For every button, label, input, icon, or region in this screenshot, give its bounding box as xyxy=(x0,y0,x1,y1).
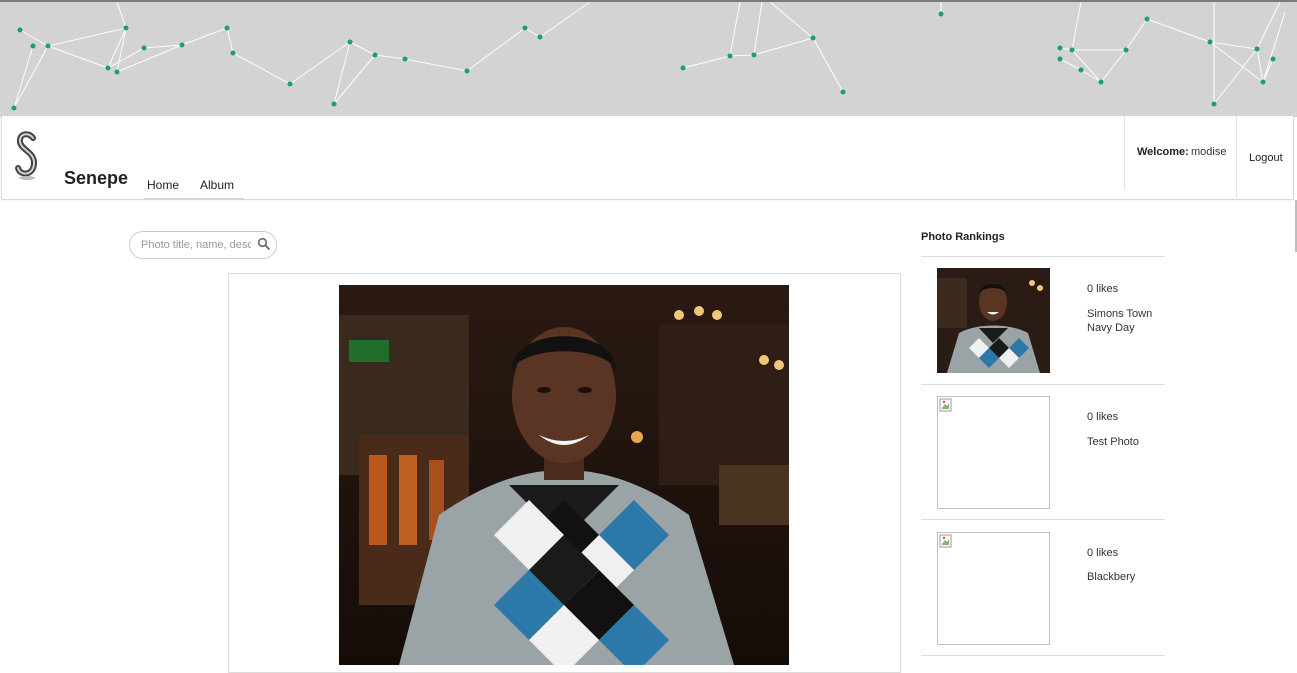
main-photo-card xyxy=(228,273,901,673)
nav-home[interactable]: Home xyxy=(147,178,179,192)
username: modise xyxy=(1191,146,1227,158)
network-banner xyxy=(0,2,1297,117)
ranking-likes: 0 likes xyxy=(1087,547,1119,559)
welcome-label: Welcome: xyxy=(1137,146,1189,158)
main-photo[interactable] xyxy=(339,285,789,665)
network-pattern xyxy=(11,2,1286,111)
rankings-divider xyxy=(921,256,1165,257)
search-input[interactable] xyxy=(141,238,251,252)
ranking-item[interactable]: 0 likes Simons Town Navy Day xyxy=(921,268,1165,396)
ranking-photo-title[interactable]: Blackbery xyxy=(1087,570,1167,584)
ranking-thumbnail-broken[interactable] xyxy=(937,396,1050,509)
ranking-item[interactable]: 0 likes Test Photo xyxy=(921,396,1165,524)
broken-image-icon xyxy=(939,398,953,412)
rankings-title: Photo Rankings xyxy=(921,231,1005,243)
nav-album[interactable]: Album xyxy=(200,178,234,192)
broken-image-icon xyxy=(939,534,953,548)
ranking-likes: 0 likes xyxy=(1087,283,1119,295)
portrait-image xyxy=(339,285,789,665)
ranking-divider xyxy=(921,384,1165,385)
ranking-divider xyxy=(921,519,1165,520)
ranking-thumbnail[interactable] xyxy=(937,268,1050,373)
nav-divider xyxy=(144,198,244,199)
ranking-item[interactable]: 0 likes Blackbery xyxy=(921,532,1165,660)
search-icon[interactable] xyxy=(257,237,271,251)
top-navbar: Senepe Home Album Welcome: modise Logout xyxy=(1,116,1294,200)
ranking-thumbnail-broken[interactable] xyxy=(937,532,1050,645)
logout-area: Logout xyxy=(1236,116,1296,200)
search-box xyxy=(129,231,277,259)
welcome-area: Welcome: modise xyxy=(1124,116,1239,190)
ranking-likes: 0 likes xyxy=(1087,411,1119,423)
ranking-photo-title[interactable]: Simons Town Navy Day xyxy=(1087,307,1167,335)
logout-link[interactable]: Logout xyxy=(1249,152,1283,164)
brand-logo[interactable] xyxy=(14,128,40,182)
ranking-divider xyxy=(921,655,1165,656)
brand-name[interactable]: Senepe xyxy=(64,168,128,189)
ranking-photo-title[interactable]: Test Photo xyxy=(1087,435,1167,449)
